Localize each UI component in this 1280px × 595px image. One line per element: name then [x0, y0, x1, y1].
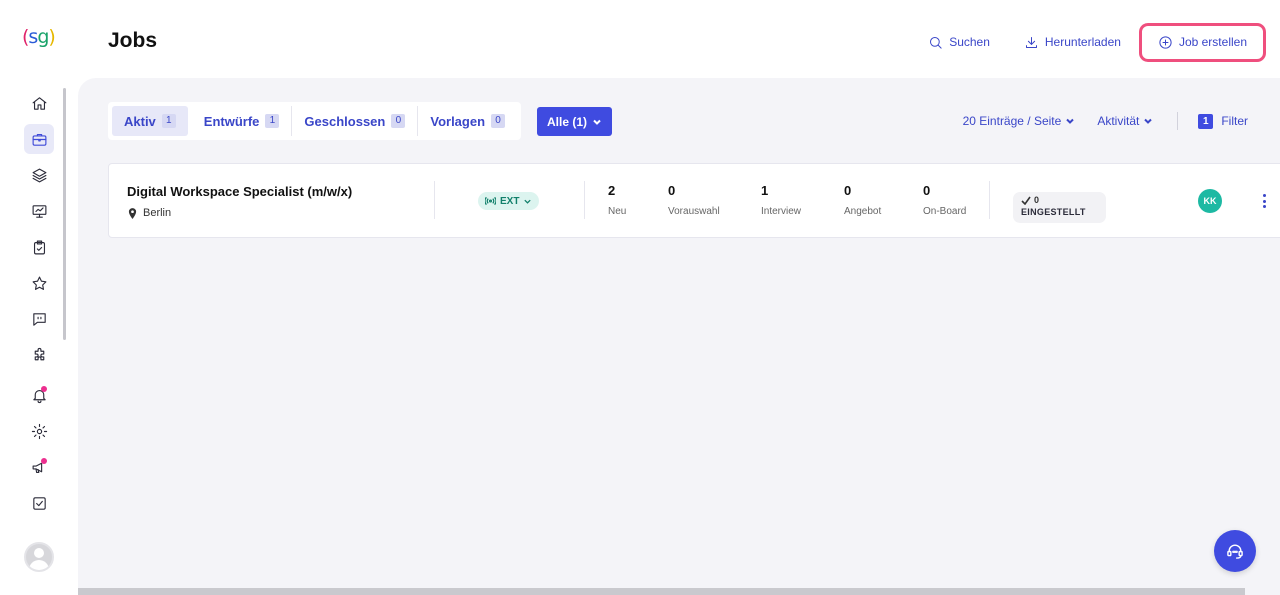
create-job-label: Job erstellen	[1178, 35, 1247, 49]
app-logo[interactable]: (sg)	[22, 26, 56, 48]
hired-label: EINGESTELLT	[1021, 207, 1086, 217]
tab-count-badge: 0	[391, 114, 406, 128]
sort-label: Aktivität	[1097, 114, 1140, 128]
stat-label: On-Board	[923, 206, 967, 217]
job-title[interactable]: Digital Workspace Specialist (m/w/x)	[127, 184, 352, 199]
stat-label: Neu	[608, 206, 627, 217]
scope-dropdown-button[interactable]: Alle (1)	[537, 107, 613, 136]
hired-count: 0	[1034, 195, 1040, 205]
tab-label: Entwürfe	[203, 113, 260, 129]
horizontal-scrollbar[interactable]	[78, 588, 1245, 595]
main-panel: Aktiv 1 Entwürfe 1 Geschlossen 0 Vorlage…	[78, 78, 1280, 595]
presentation-icon[interactable]	[24, 196, 54, 226]
divider	[434, 181, 435, 219]
stat-value: 0	[844, 183, 852, 198]
stat-value: 2	[608, 183, 616, 198]
search-button[interactable]: Suchen	[928, 35, 990, 50]
ext-tag-dropdown[interactable]: EXT	[478, 192, 540, 210]
create-job-button[interactable]: Job erstellen	[1138, 22, 1266, 62]
layers-icon[interactable]	[24, 160, 54, 190]
message-quote-icon[interactable]	[24, 304, 54, 334]
megaphone-icon[interactable]	[24, 452, 54, 482]
chevron-down-icon	[593, 119, 601, 125]
download-label: Herunterladen	[1044, 35, 1121, 49]
stat-value: 0	[668, 183, 676, 198]
tab-geschlossen[interactable]: Geschlossen 0	[292, 106, 419, 136]
star-icon[interactable]	[24, 268, 54, 298]
briefcase-icon[interactable]	[24, 124, 54, 154]
chevron-down-icon	[1144, 118, 1153, 124]
sort-dropdown[interactable]: Aktivität	[1097, 114, 1153, 128]
download-button[interactable]: Herunterladen	[1024, 35, 1121, 50]
plus-circle-icon	[1159, 35, 1172, 49]
map-pin-icon	[128, 207, 137, 219]
header-actions: Suchen Herunterladen Job erstellen	[894, 22, 1266, 62]
notification-dot	[41, 386, 47, 392]
page-size-label: 20 Einträge / Seite	[962, 114, 1062, 128]
pipeline-stat-vorauswahl[interactable]: 0 Vorauswahl	[668, 183, 720, 217]
tab-label: Vorlagen	[430, 113, 486, 129]
bell-icon[interactable]	[24, 380, 54, 410]
job-row[interactable]: Digital Workspace Specialist (m/w/x) Ber…	[108, 163, 1280, 238]
search-icon	[930, 36, 942, 49]
tab-count-badge: 0	[491, 114, 506, 128]
page-title: Jobs	[108, 29, 158, 52]
owner-avatar[interactable]: KK	[1198, 189, 1222, 213]
tab-vorlagen[interactable]: Vorlagen 0	[418, 106, 517, 136]
puzzle-icon[interactable]	[24, 340, 54, 370]
pipeline-stat-onboard[interactable]: 0 On-Board	[923, 183, 966, 217]
download-icon	[1025, 36, 1037, 48]
stat-label: Angebot	[844, 206, 882, 217]
check-icon	[1021, 196, 1031, 205]
support-chat-button[interactable]	[1214, 530, 1256, 572]
sidebar-scrollbar[interactable]	[63, 88, 66, 340]
divider	[989, 181, 990, 219]
stat-label: Vorauswahl	[668, 206, 720, 217]
sidebar: (sg)	[0, 0, 78, 595]
more-options-icon[interactable]	[1259, 192, 1269, 210]
tab-aktiv[interactable]: Aktiv 1	[112, 106, 188, 136]
checkbox-icon[interactable]	[24, 488, 54, 518]
hired-status-badge[interactable]: 0 EINGESTELLT	[1013, 192, 1106, 223]
tab-label: Aktiv	[124, 113, 156, 129]
divider	[1177, 112, 1179, 130]
status-tabs: Aktiv 1 Entwürfe 1 Geschlossen 0 Vorlage…	[108, 102, 522, 140]
chevron-down-icon	[1066, 118, 1075, 124]
scope-label: Alle (1)	[547, 114, 588, 129]
tab-count-badge: 1	[161, 114, 176, 128]
home-icon[interactable]	[24, 88, 54, 118]
divider	[584, 181, 585, 219]
filter-label: Filter	[1221, 114, 1248, 128]
list-controls: 20 Einträge / Seite Aktivität 1 Filter	[941, 112, 1248, 130]
user-avatar[interactable]	[24, 542, 54, 572]
notification-dot	[41, 458, 47, 464]
clipboard-check-icon[interactable]	[24, 232, 54, 262]
page-size-dropdown[interactable]: 20 Einträge / Seite	[963, 114, 1076, 128]
pipeline-stat-neu[interactable]: 2 Neu	[608, 183, 626, 217]
stat-value: 0	[923, 183, 931, 198]
ext-tag-label: EXT	[500, 195, 520, 207]
job-location: Berlin	[128, 207, 171, 219]
stat-value: 1	[761, 183, 769, 198]
stat-label: Interview	[761, 206, 802, 217]
job-location-label: Berlin	[143, 207, 172, 219]
tab-entwuerfe[interactable]: Entwürfe 1	[192, 106, 293, 136]
hired-count-row: 0	[1021, 195, 1106, 205]
tab-label: Geschlossen	[304, 113, 386, 129]
search-label: Suchen	[949, 35, 990, 49]
filter-button[interactable]: 1 Filter	[1198, 113, 1248, 129]
gear-icon[interactable]	[24, 416, 54, 446]
headset-icon	[1227, 544, 1243, 559]
pipeline-stat-angebot[interactable]: 0 Angebot	[844, 183, 881, 217]
tab-count-badge: 1	[265, 114, 280, 128]
filter-count-badge: 1	[1198, 113, 1214, 129]
broadcast-icon	[485, 196, 496, 206]
pipeline-stat-interview[interactable]: 1 Interview	[761, 183, 801, 217]
chevron-down-icon	[524, 199, 532, 204]
